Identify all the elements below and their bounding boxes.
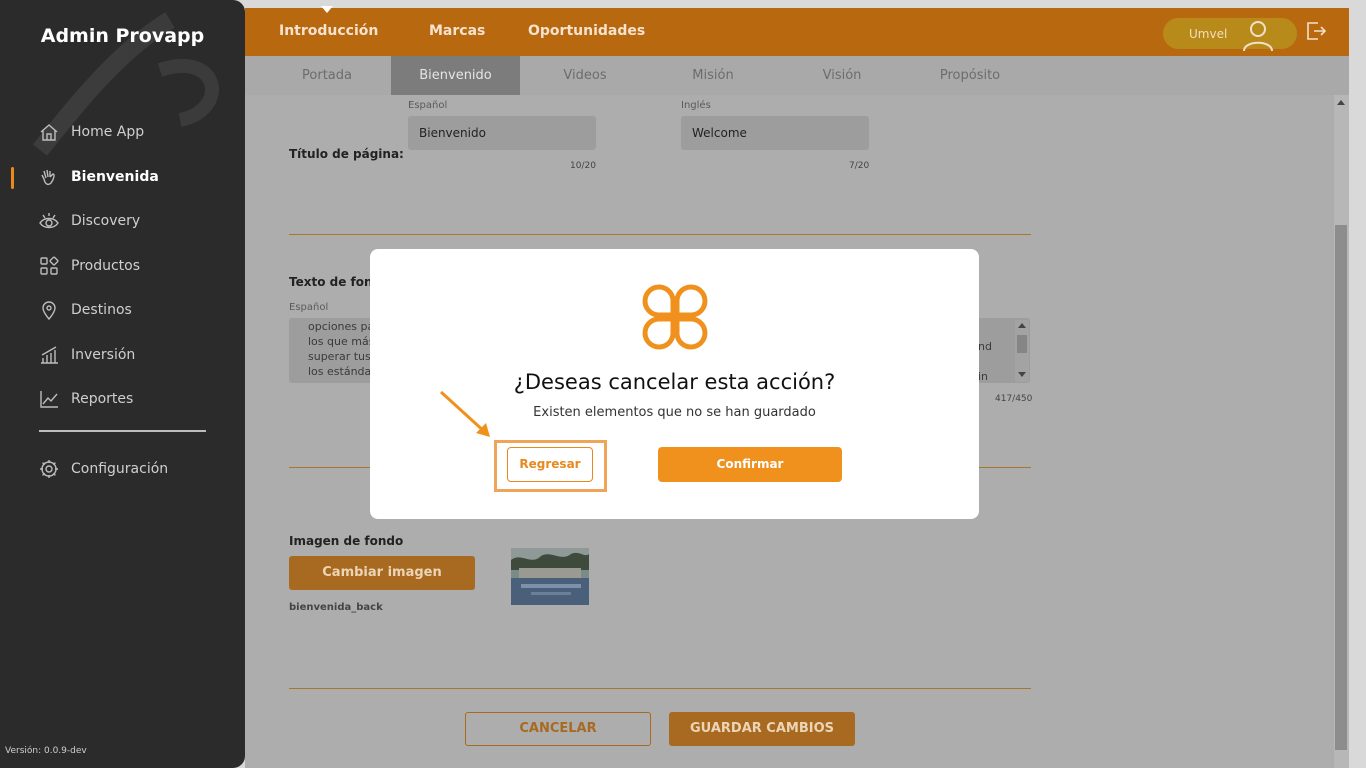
sidebar-item-label: Configuración <box>71 461 169 478</box>
home-icon <box>40 124 58 141</box>
page-scrollbar[interactable] <box>1334 95 1349 768</box>
background-image-thumbnail <box>511 548 589 605</box>
sidebar-item-productos[interactable]: Productos <box>0 244 245 289</box>
textarea-line: los estánda <box>308 365 372 378</box>
sidebar-item-destinos[interactable]: Destinos <box>0 288 245 333</box>
sidebar-divider <box>39 430 206 432</box>
subtab-proposito[interactable]: Propósito <box>930 56 1010 95</box>
scroll-thumb[interactable] <box>1335 225 1347 750</box>
bg-text-es-textarea[interactable]: opciones pa los que más superar tus los … <box>289 318 379 383</box>
textarea-line: superar tus <box>308 350 371 363</box>
bg-text-counter: 417/450 <box>995 394 1033 404</box>
sidebar-item-discovery[interactable]: Discovery <box>0 199 245 244</box>
textarea-scroll-up[interactable] <box>1018 323 1026 328</box>
sidebar-item-label: Inversión <box>71 346 136 363</box>
section-divider <box>289 688 1031 689</box>
line-chart-icon <box>40 391 58 408</box>
grid-icon <box>40 256 59 275</box>
subtab-videos[interactable]: Videos <box>545 56 625 95</box>
sidebar-item-home-app[interactable]: Home App <box>0 110 245 155</box>
sidebar-item-label: Home App <box>71 124 145 141</box>
app-brand: Admin Provapp <box>40 25 205 47</box>
textarea-line: los que más <box>308 335 375 348</box>
section-divider <box>289 234 1031 235</box>
textarea-fragment: in <box>978 370 989 383</box>
sidebar-item-bienvenida[interactable]: Bienvenida <box>0 155 245 200</box>
sub-tabs-bar: Portada Bienvenido Videos Misión Visión … <box>245 56 1349 95</box>
active-tab-indicator <box>321 6 333 13</box>
tab-marcas[interactable]: Marcas <box>429 23 485 39</box>
subtab-mision[interactable]: Misión <box>673 56 753 95</box>
clover-logo-icon <box>642 284 708 350</box>
sidebar-item-inversion[interactable]: Inversión <box>0 333 245 378</box>
textarea-scroll-thumb[interactable] <box>1017 335 1027 353</box>
location-pin-icon <box>42 301 56 321</box>
subtab-portada[interactable]: Portada <box>285 56 369 95</box>
title-es-input[interactable]: Bienvenido <box>408 116 596 150</box>
subtab-vision[interactable]: Visión <box>802 56 882 95</box>
confirm-button[interactable]: Confirmar <box>658 447 842 482</box>
lang-label-es: Español <box>408 100 448 111</box>
image-filename: bienvenida_back <box>289 602 383 613</box>
user-avatar-icon <box>1243 21 1273 52</box>
textarea-fragment: nd <box>978 340 992 353</box>
logout-icon[interactable] <box>1305 20 1327 42</box>
sidebar: Admin Provapp Home App Bienvenida Discov… <box>0 0 245 768</box>
title-es-counter: 10/20 <box>570 161 596 171</box>
tab-introduccion[interactable]: Introducción <box>279 23 378 39</box>
version-label: Versión: 0.0.9-dev <box>5 746 87 756</box>
sidebar-nav: Home App Bienvenida Discovery Productos … <box>0 110 245 422</box>
user-name: Umvel <box>1189 26 1228 41</box>
textarea-scrollbar[interactable] <box>1015 320 1029 382</box>
save-changes-button[interactable]: GUARDAR CAMBIOS <box>669 712 855 746</box>
back-button[interactable]: Regresar <box>507 447 593 482</box>
confirm-dialog: ¿Deseas cancelar esta acción? Existen el… <box>370 249 979 519</box>
sidebar-item-label: Destinos <box>71 302 132 319</box>
page-edge <box>1349 0 1366 768</box>
title-field-label: Título de página: <box>289 147 404 161</box>
sidebar-item-label: Reportes <box>71 391 134 408</box>
bg-image-label: Imagen de fondo <box>289 534 404 548</box>
tab-oportunidades[interactable]: Oportunidades <box>528 23 645 39</box>
pool-photo <box>511 548 589 605</box>
textarea-line: opciones pa <box>308 320 375 333</box>
sidebar-item-label: Productos <box>71 257 141 274</box>
bg-text-lang-es: Español <box>289 302 329 313</box>
top-navbar: Introducción Marcas Oportunidades Umvel <box>245 6 1349 56</box>
user-menu[interactable]: Umvel <box>1163 18 1297 52</box>
gear-icon <box>40 460 58 479</box>
pointer-arrow-icon <box>439 390 490 437</box>
sidebar-item-configuracion[interactable]: Configuración <box>0 447 245 492</box>
bar-chart-icon <box>41 346 58 364</box>
lang-label-en: Inglés <box>681 100 711 111</box>
hand-icon <box>41 169 55 185</box>
title-en-input[interactable]: Welcome <box>681 116 869 150</box>
title-en-counter: 7/20 <box>849 161 870 171</box>
subtab-bienvenido[interactable]: Bienvenido <box>391 56 520 95</box>
sidebar-item-reportes[interactable]: Reportes <box>0 377 245 422</box>
eye-icon <box>39 213 59 229</box>
change-image-button[interactable]: Cambiar imagen <box>289 556 475 590</box>
cancel-button[interactable]: CANCELAR <box>465 712 651 746</box>
sidebar-item-label: Discovery <box>71 213 141 230</box>
sidebar-item-label: Bienvenida <box>71 168 159 185</box>
textarea-scroll-down[interactable] <box>1018 372 1026 377</box>
scroll-up-arrow[interactable] <box>1337 100 1345 105</box>
